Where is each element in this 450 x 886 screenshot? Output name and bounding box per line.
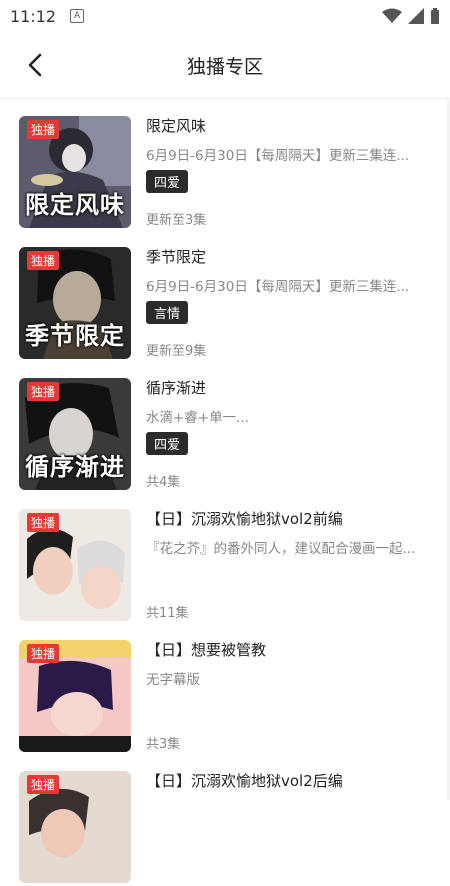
cover-image[interactable]: 独播 — [19, 640, 131, 752]
item-title: 【日】想要被管教 — [146, 641, 267, 659]
exclusive-badge: 独播 — [27, 382, 60, 401]
list-item[interactable]: 独播 【日】想要被管教 无字幕版 共3集 — [0, 624, 450, 755]
cover-image[interactable]: 独播 循序渐进 — [19, 378, 131, 490]
cover-title: 季节限定 — [25, 322, 125, 350]
cover-title: 限定风味 — [25, 191, 125, 219]
status-time: 11:12 — [10, 6, 57, 26]
episode-count: 更新至3集 — [146, 213, 207, 228]
navigation-bar: 独播专区 — [0, 32, 450, 99]
genre-tag: 言情 — [146, 301, 189, 324]
signal-icon — [408, 8, 424, 24]
cover-image[interactable]: 独播 — [19, 509, 131, 621]
page-title: 独播专区 — [186, 55, 263, 78]
episode-count: 更新至9集 — [146, 344, 207, 359]
exclusive-badge: 独播 — [27, 644, 60, 663]
battery-icon — [431, 8, 439, 24]
cover-image[interactable]: 独播 限定风味 — [19, 116, 131, 228]
list-item[interactable]: 独播 限定风味 限定风味 6月9日-6月30日【每周隔天】更新三集连... 四爱… — [0, 100, 450, 231]
list-item[interactable]: 独播 【日】沉溺欢愉地狱vol2前编 『花之芥』的番外同人，建议配合漫画一起..… — [0, 493, 450, 624]
status-bar: 11:12 A — [0, 0, 450, 32]
list-item[interactable]: 独播 季节限定 季节限定 6月9日-6月30日【每周隔天】更新三集连... 言情… — [0, 231, 450, 362]
chevron-left-icon — [28, 53, 42, 77]
exclusive-badge: 独播 — [27, 251, 60, 270]
list-item[interactable]: 独播 【日】沉溺欢愉地狱vol2后编 — [0, 755, 450, 886]
item-description: 无字幕版 — [146, 672, 200, 688]
wifi-icon — [382, 8, 402, 23]
genre-tag: 四爱 — [146, 432, 189, 455]
item-title: 季节限定 — [146, 248, 207, 266]
item-description: 6月9日-6月30日【每周隔天】更新三集连... — [146, 279, 410, 295]
exclusive-badge: 独播 — [27, 120, 60, 139]
item-description: 6月9日-6月30日【每周隔天】更新三集连... — [146, 148, 410, 164]
episode-count: 共4集 — [146, 475, 181, 490]
exclusive-badge: 独播 — [27, 775, 60, 794]
list-item[interactable]: 独播 循序渐进 循序渐进 水滴+睿+单一... 四爱 共4集 — [0, 362, 450, 493]
back-button[interactable] — [20, 50, 50, 80]
item-description: 水滴+睿+单一... — [146, 410, 249, 426]
cover-image[interactable]: 独播 — [19, 771, 131, 883]
notification-icon: A — [70, 9, 85, 23]
episode-count: 共3集 — [146, 737, 181, 752]
item-title: 限定风味 — [146, 117, 207, 135]
genre-tag: 四爱 — [146, 170, 189, 193]
item-title: 循序渐进 — [146, 379, 207, 397]
item-title: 【日】沉溺欢愉地狱vol2前编 — [146, 510, 343, 528]
content-list: 独播 限定风味 限定风味 6月9日-6月30日【每周隔天】更新三集连... 四爱… — [0, 100, 450, 886]
item-title: 【日】沉溺欢愉地狱vol2后编 — [146, 772, 343, 790]
episode-count: 共11集 — [146, 606, 189, 621]
exclusive-badge: 独播 — [27, 513, 60, 532]
cover-image[interactable]: 独播 季节限定 — [19, 247, 131, 359]
cover-title: 循序渐进 — [25, 453, 125, 481]
item-description: 『花之芥』的番外同人，建议配合漫画一起... — [146, 541, 416, 557]
